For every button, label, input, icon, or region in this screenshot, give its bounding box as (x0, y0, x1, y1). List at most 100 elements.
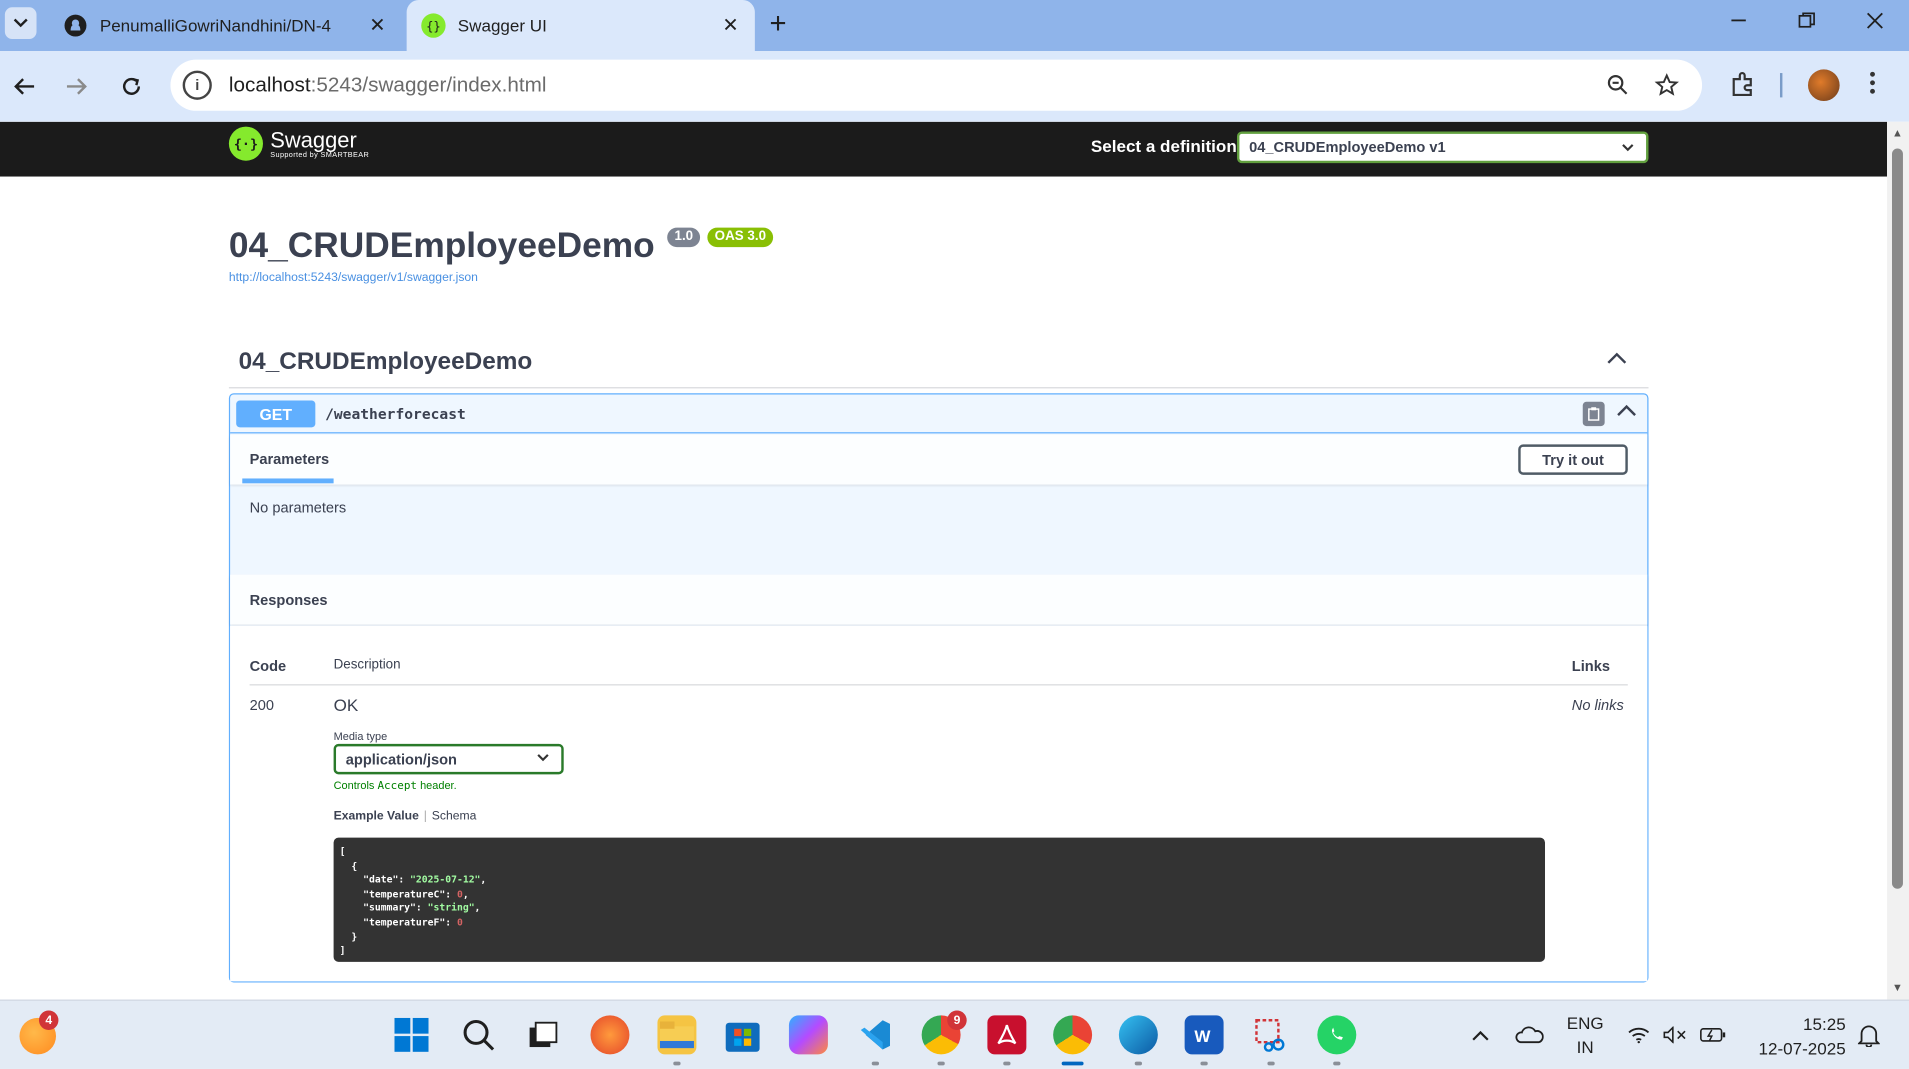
swagger-logo[interactable]: {·} Swagger Supported by SMARTBEAR (228, 126, 370, 161)
operation-summary[interactable]: GET /weatherforecast (230, 394, 1648, 434)
running-indicator (1267, 1061, 1275, 1066)
header-description: Description (333, 657, 401, 673)
parameters-bar: Parameters Try it out (230, 434, 1648, 485)
github-icon (63, 13, 87, 37)
close-tab-icon[interactable]: ✕ (716, 13, 745, 37)
close-tab-icon[interactable]: ✕ (363, 13, 392, 37)
tab-strip: PenumalliGowriNandhini/DN-4 ✕ {} Swagger… (0, 0, 1909, 52)
try-it-out-button[interactable]: Try it out (1518, 444, 1628, 475)
minimize-icon[interactable] (1705, 0, 1773, 41)
bookmark-star-icon[interactable] (1653, 72, 1680, 99)
menu-dots-icon[interactable] (1869, 71, 1876, 103)
oas-badge: OAS 3.0 (707, 227, 774, 248)
scrollbar-thumb[interactable] (1891, 148, 1903, 889)
new-tab-button[interactable]: + (769, 7, 786, 41)
operation-get-weatherforecast: GET /weatherforecast Parameters Try it o… (228, 393, 1649, 983)
url-text: localhost:5243/swagger/index.html (228, 73, 547, 97)
response-description: OK (333, 695, 359, 715)
forward-icon[interactable] (58, 68, 95, 105)
scroll-up-icon[interactable]: ▲ (1892, 127, 1903, 139)
swagger-brand-sub: Supported by SMARTBEAR (270, 152, 370, 160)
battery-icon[interactable] (1697, 1015, 1729, 1054)
restore-icon[interactable] (1773, 0, 1841, 41)
site-info-icon[interactable]: i (182, 70, 212, 100)
table-divider (249, 684, 1628, 686)
whatsapp-icon[interactable] (1317, 1015, 1357, 1055)
example-value-tab[interactable]: Example Value (334, 810, 419, 823)
svg-text:{}: {} (426, 19, 441, 33)
task-view-icon[interactable] (524, 1015, 563, 1054)
chevron-up-icon[interactable] (1607, 348, 1627, 370)
parameters-tab-underline (242, 478, 334, 484)
swagger-icon: {} (421, 13, 446, 38)
system-clock[interactable]: 15:25 12-07-2025 (1746, 1012, 1846, 1061)
address-bar[interactable]: i localhost:5243/swagger/index.html (170, 59, 1703, 111)
zoom-icon[interactable] (1605, 72, 1632, 99)
controls-accept-note: Controls Accept header. (333, 779, 457, 793)
method-badge: GET (236, 400, 316, 428)
close-window-icon[interactable] (1841, 0, 1909, 41)
scroll-down-icon[interactable]: ▼ (1892, 981, 1903, 993)
acrobat-icon[interactable] (987, 1015, 1027, 1055)
spec-url-link[interactable]: http://localhost:5243/swagger/v1/swagger… (229, 272, 478, 285)
search-icon[interactable] (459, 1015, 498, 1054)
edge-icon[interactable] (1118, 1015, 1158, 1055)
chevron-up-icon[interactable] (1461, 1015, 1500, 1054)
swagger-logo-icon: {·} (228, 126, 263, 161)
swagger-page: {·} Swagger Supported by SMARTBEAR Selec… (0, 121, 1888, 1000)
schema-tab[interactable]: Schema (432, 810, 477, 823)
version-badge: 1.0 (667, 227, 701, 248)
snipping-tool-icon[interactable] (1252, 1015, 1291, 1054)
tab-title: PenumalliGowriNandhini/DN-4 (99, 15, 331, 36)
language-bottom[interactable]: IN (1563, 1037, 1607, 1056)
tag-section-header[interactable]: 04_CRUDEmployeeDemo (228, 341, 1649, 389)
tab-github[interactable]: PenumalliGowriNandhini/DN-4 ✕ (49, 0, 402, 51)
back-icon[interactable] (6, 68, 43, 105)
page-scrollbar[interactable]: ▲ ▼ (1887, 121, 1909, 1000)
svg-text:W: W (1194, 1027, 1211, 1044)
active-indicator (1061, 1061, 1084, 1066)
media-type-label: Media type (333, 730, 388, 743)
copy-clipboard-icon[interactable] (1582, 401, 1605, 427)
running-indicator (1200, 1061, 1208, 1066)
microsoft-store-icon[interactable] (723, 1015, 762, 1054)
language-top[interactable]: ENG (1563, 1013, 1607, 1032)
parameters-tab[interactable]: Parameters (250, 450, 330, 467)
definition-value: 04_CRUDEmployeeDemo v1 (1249, 138, 1446, 156)
vscode-icon[interactable] (856, 1015, 895, 1054)
tab-search-chevron-icon[interactable] (4, 7, 37, 39)
firefox-icon[interactable] (590, 1015, 630, 1055)
definition-label: Select a definition (1090, 136, 1237, 156)
no-parameters-text: No parameters (249, 499, 347, 517)
header-code: Code (249, 657, 287, 675)
running-indicator (673, 1061, 681, 1066)
file-explorer-icon[interactable] (657, 1015, 697, 1055)
volume-muted-icon[interactable] (1661, 1015, 1690, 1054)
media-type-value: application/json (345, 751, 457, 769)
example-value-code: [ { "date": "2025-07-12", "temperatureC"… (333, 837, 1546, 962)
response-code: 200 (249, 696, 274, 714)
swagger-topbar: {·} Swagger Supported by SMARTBEAR Selec… (0, 121, 1888, 177)
chevron-down-icon (1622, 139, 1634, 156)
running-indicator (1134, 1061, 1143, 1066)
onedrive-icon[interactable] (1510, 1015, 1549, 1054)
start-icon[interactable] (392, 1015, 431, 1054)
browser-toolbar: i localhost:5243/swagger/index.html (0, 51, 1909, 122)
chrome-profile-icon[interactable] (1053, 1015, 1093, 1055)
running-indicator (1333, 1061, 1341, 1066)
reload-icon[interactable] (113, 68, 150, 105)
api-title: 04_CRUDEmployeeDemo (228, 226, 655, 266)
media-type-select[interactable]: application/json (333, 743, 564, 775)
weather-badge: 4 (38, 1010, 59, 1031)
notification-bell-icon[interactable] (1853, 1015, 1885, 1054)
operation-path: /weatherforecast (325, 405, 466, 423)
extensions-icon[interactable] (1730, 71, 1757, 105)
chevron-up-icon[interactable] (1617, 401, 1636, 420)
tab-swagger[interactable]: {} Swagger UI ✕ (406, 0, 755, 52)
word-icon[interactable]: W (1184, 1015, 1224, 1055)
copilot-icon[interactable] (788, 1015, 828, 1055)
profile-avatar[interactable] (1807, 69, 1840, 102)
wifi-icon[interactable] (1624, 1015, 1653, 1054)
definition-select[interactable]: 04_CRUDEmployeeDemo v1 (1236, 131, 1649, 164)
chrome-badge: 9 (947, 1010, 967, 1031)
